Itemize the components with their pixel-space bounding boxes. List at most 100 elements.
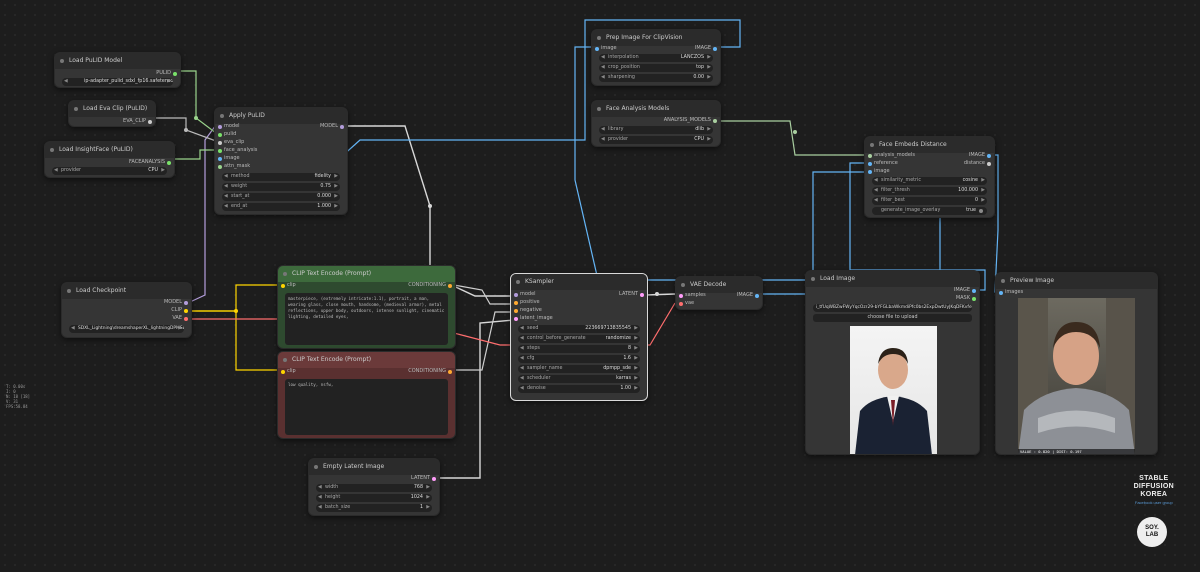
- widget-control-before-generate[interactable]: ◀ control_before_generate randomize ▶: [518, 335, 640, 343]
- node-clip-text-positive[interactable]: CLIP Text Encode (Prompt) clip CONDITIONI…: [277, 265, 456, 349]
- input-slot-image[interactable]: [218, 156, 222, 161]
- output-slot-image[interactable]: [972, 288, 976, 293]
- person-image-icon: [855, 348, 932, 454]
- widget-crop-position[interactable]: ◀ crop_position top ▶: [599, 64, 713, 72]
- widget-provider[interactable]: ◀ provider CPU ▶: [599, 136, 713, 144]
- widget-scheduler[interactable]: ◀ scheduler karras ▶: [518, 375, 640, 383]
- widget-similarity-metric[interactable]: ◀ similarity_metric cosine ▶: [872, 177, 987, 185]
- widget-pulid-file[interactable]: ◀ ip-adapter_pulid_sdxl_fp16.safetensors ▶: [62, 78, 173, 86]
- output-slot-mask[interactable]: [972, 296, 976, 301]
- distance-overlay: VALUE : 0.820 | DIST: 0.197: [1018, 449, 1135, 454]
- widget-end-at[interactable]: ◀ end_at 1.000 ▶: [222, 203, 340, 211]
- widget-method[interactable]: ◀ method fidelity ▶: [222, 173, 340, 181]
- widget-sampler-name[interactable]: ◀ sampler_name dpmpp_sde ▶: [518, 365, 640, 373]
- input-slot-negative[interactable]: [514, 308, 518, 313]
- node-title: CLIP Text Encode (Prompt): [278, 352, 455, 368]
- output-slot[interactable]: [167, 160, 171, 165]
- widget-weight[interactable]: ◀ weight 0.75 ▶: [222, 183, 340, 191]
- widget-ckpt-name[interactable]: ◀ SDXL_Lightning\dreamshaperXL_lightningD…: [69, 325, 184, 333]
- widget-generate-image-overlay[interactable]: generate_image_overlay true: [872, 207, 987, 215]
- input-slot-face-analysis[interactable]: [218, 148, 222, 153]
- widget-denoise[interactable]: ◀ denoise 1.00 ▶: [518, 385, 640, 393]
- widget-provider[interactable]: ◀ provider CPU ▶: [52, 167, 167, 175]
- perf-stats: T: 0.00s I: 0 N: 18 [18] V: 31 FPS:58.84: [6, 384, 31, 409]
- input-slot-image[interactable]: [595, 46, 599, 51]
- input-slot-image[interactable]: [868, 169, 872, 174]
- output-slot[interactable]: [148, 119, 152, 124]
- node-load-eva-clip[interactable]: Load Eva Clip (PuLID) EVA_CLIP: [68, 100, 156, 127]
- output-slot-image[interactable]: [713, 46, 717, 51]
- input-slot-positive[interactable]: [514, 300, 518, 305]
- output-slot[interactable]: [173, 71, 177, 76]
- node-preview-image[interactable]: Preview Image images VALUE : 0.820 | DIS…: [995, 272, 1158, 455]
- output-slot-image[interactable]: [987, 153, 991, 158]
- node-load-checkpoint[interactable]: Load Checkpoint MODEL CLIP VAE ◀ SDXL_Lig…: [61, 282, 192, 338]
- output-slot-analysis-models[interactable]: [713, 118, 717, 123]
- brand-watermark: STABLE DIFFUSION KOREA Facebook user gro…: [1133, 475, 1174, 505]
- input-slot-model[interactable]: [218, 124, 222, 129]
- prompt-textarea[interactable]: masterpiece, (extremely intricate:1.1), …: [285, 293, 448, 345]
- output-slot-model[interactable]: [340, 124, 344, 129]
- output-slot-distance[interactable]: [987, 161, 991, 166]
- widget-filter-best[interactable]: ◀ filter_best 0 ▶: [872, 197, 987, 205]
- node-title: Load Image: [806, 271, 979, 287]
- widget-library[interactable]: ◀ library dlib ▶: [599, 126, 713, 134]
- widget-start-at[interactable]: ◀ start_at 0.000 ▶: [222, 193, 340, 201]
- input-slot-analysis-models[interactable]: [868, 153, 872, 158]
- node-load-pulid-model[interactable]: Load PuLID Model PULID ◀ ip-adapter_pulid…: [54, 52, 181, 88]
- node-title: KSampler: [511, 274, 647, 290]
- node-empty-latent-image[interactable]: Empty Latent Image LATENT ◀ width 768 ▶ ◀ he…: [308, 458, 440, 516]
- node-clip-text-negative[interactable]: CLIP Text Encode (Prompt) clip CONDITIONI…: [277, 351, 456, 439]
- output-slot-clip[interactable]: [184, 308, 188, 313]
- output-slot-model[interactable]: [184, 300, 188, 305]
- widget-height[interactable]: ◀ height 1024 ▶: [316, 494, 432, 502]
- node-vae-decode[interactable]: VAE Decode samples IMAGE vae: [675, 276, 763, 310]
- input-slot-pulid[interactable]: [218, 132, 222, 137]
- input-slot-images[interactable]: [999, 290, 1003, 295]
- node-load-image[interactable]: Load Image IMAGE MASK i_tfUqWBZwFWyYqcOz…: [805, 270, 980, 455]
- toggle-icon[interactable]: [979, 209, 983, 213]
- negative-prompt-textarea[interactable]: low quality, nsfw,: [285, 379, 448, 435]
- output-slot-conditioning[interactable]: [448, 283, 452, 288]
- output-slot-vae[interactable]: [184, 316, 188, 321]
- widget-filter-thresh[interactable]: ◀ filter_thresh 100.000 ▶: [872, 187, 987, 195]
- input-slot-attn-mask[interactable]: [218, 164, 222, 169]
- node-title: Preview Image: [996, 273, 1157, 289]
- node-title: Load InsightFace (PuLID): [45, 142, 174, 158]
- widget-sharpening[interactable]: ◀ sharpening 0.00 ▶: [599, 74, 713, 82]
- input-slot-reference[interactable]: [868, 161, 872, 166]
- generated-image: VALUE : 0.820 | DIST: 0.197: [1018, 298, 1135, 454]
- widget-cfg[interactable]: ◀ cfg 1.6 ▶: [518, 355, 640, 363]
- input-slot-clip[interactable]: [281, 283, 285, 288]
- node-ksampler[interactable]: KSampler model LATENT positive negative l…: [510, 273, 648, 401]
- input-slot-latent-image[interactable]: [514, 316, 518, 321]
- output-slot-latent[interactable]: [432, 476, 436, 481]
- output-slot-latent[interactable]: [640, 292, 644, 297]
- node-face-embeds-distance[interactable]: Face Embeds Distance analysis_models IMAG…: [864, 136, 995, 218]
- widget-image-filename[interactable]: i_tfUqWBZwFWyYqcOzr29-bYFGLbaWkmdiPfc0bs…: [813, 304, 972, 312]
- output-label: PULID: [156, 70, 171, 76]
- node-prep-image-clipvision[interactable]: Prep Image For ClipVision image IMAGE ◀ in…: [591, 29, 721, 86]
- input-slot-samples[interactable]: [679, 293, 683, 298]
- widget-interpolation[interactable]: ◀ interpolation LANCZOS ▶: [599, 54, 713, 62]
- node-title: Load PuLID Model: [55, 53, 180, 69]
- output-slot-image[interactable]: [755, 293, 759, 298]
- node-face-analysis-models[interactable]: Face Analysis Models ANALYSIS_MODELS ◀ li…: [591, 100, 721, 147]
- output-slot-conditioning[interactable]: [448, 369, 452, 374]
- reference-photo: [850, 326, 937, 454]
- knight-portrait-icon: [1018, 298, 1135, 454]
- node-title: Empty Latent Image: [309, 459, 439, 475]
- upload-button[interactable]: choose file to upload: [813, 314, 972, 322]
- node-load-insightface[interactable]: Load InsightFace (PuLID) FACEANALYSIS ◀ p…: [44, 141, 175, 178]
- input-slot-model[interactable]: [514, 292, 518, 297]
- widget-steps[interactable]: ◀ steps 8 ▶: [518, 345, 640, 353]
- widget-seed[interactable]: ◀ seed 223669713835545 ▶: [518, 325, 640, 333]
- output-label: EVA_CLIP: [123, 118, 146, 124]
- input-slot-clip[interactable]: [281, 369, 285, 374]
- input-slot-vae[interactable]: [679, 301, 683, 306]
- input-slot-eva-clip[interactable]: [218, 140, 222, 145]
- widget-width[interactable]: ◀ width 768 ▶: [316, 484, 432, 492]
- widget-batch-size[interactable]: ◀ batch_size 1 ▶: [316, 504, 432, 512]
- node-apply-pulid[interactable]: Apply PuLID model MODEL pulid eva_clip fa…: [214, 107, 348, 215]
- soy-lab-logo: SOY. LAB: [1137, 517, 1167, 547]
